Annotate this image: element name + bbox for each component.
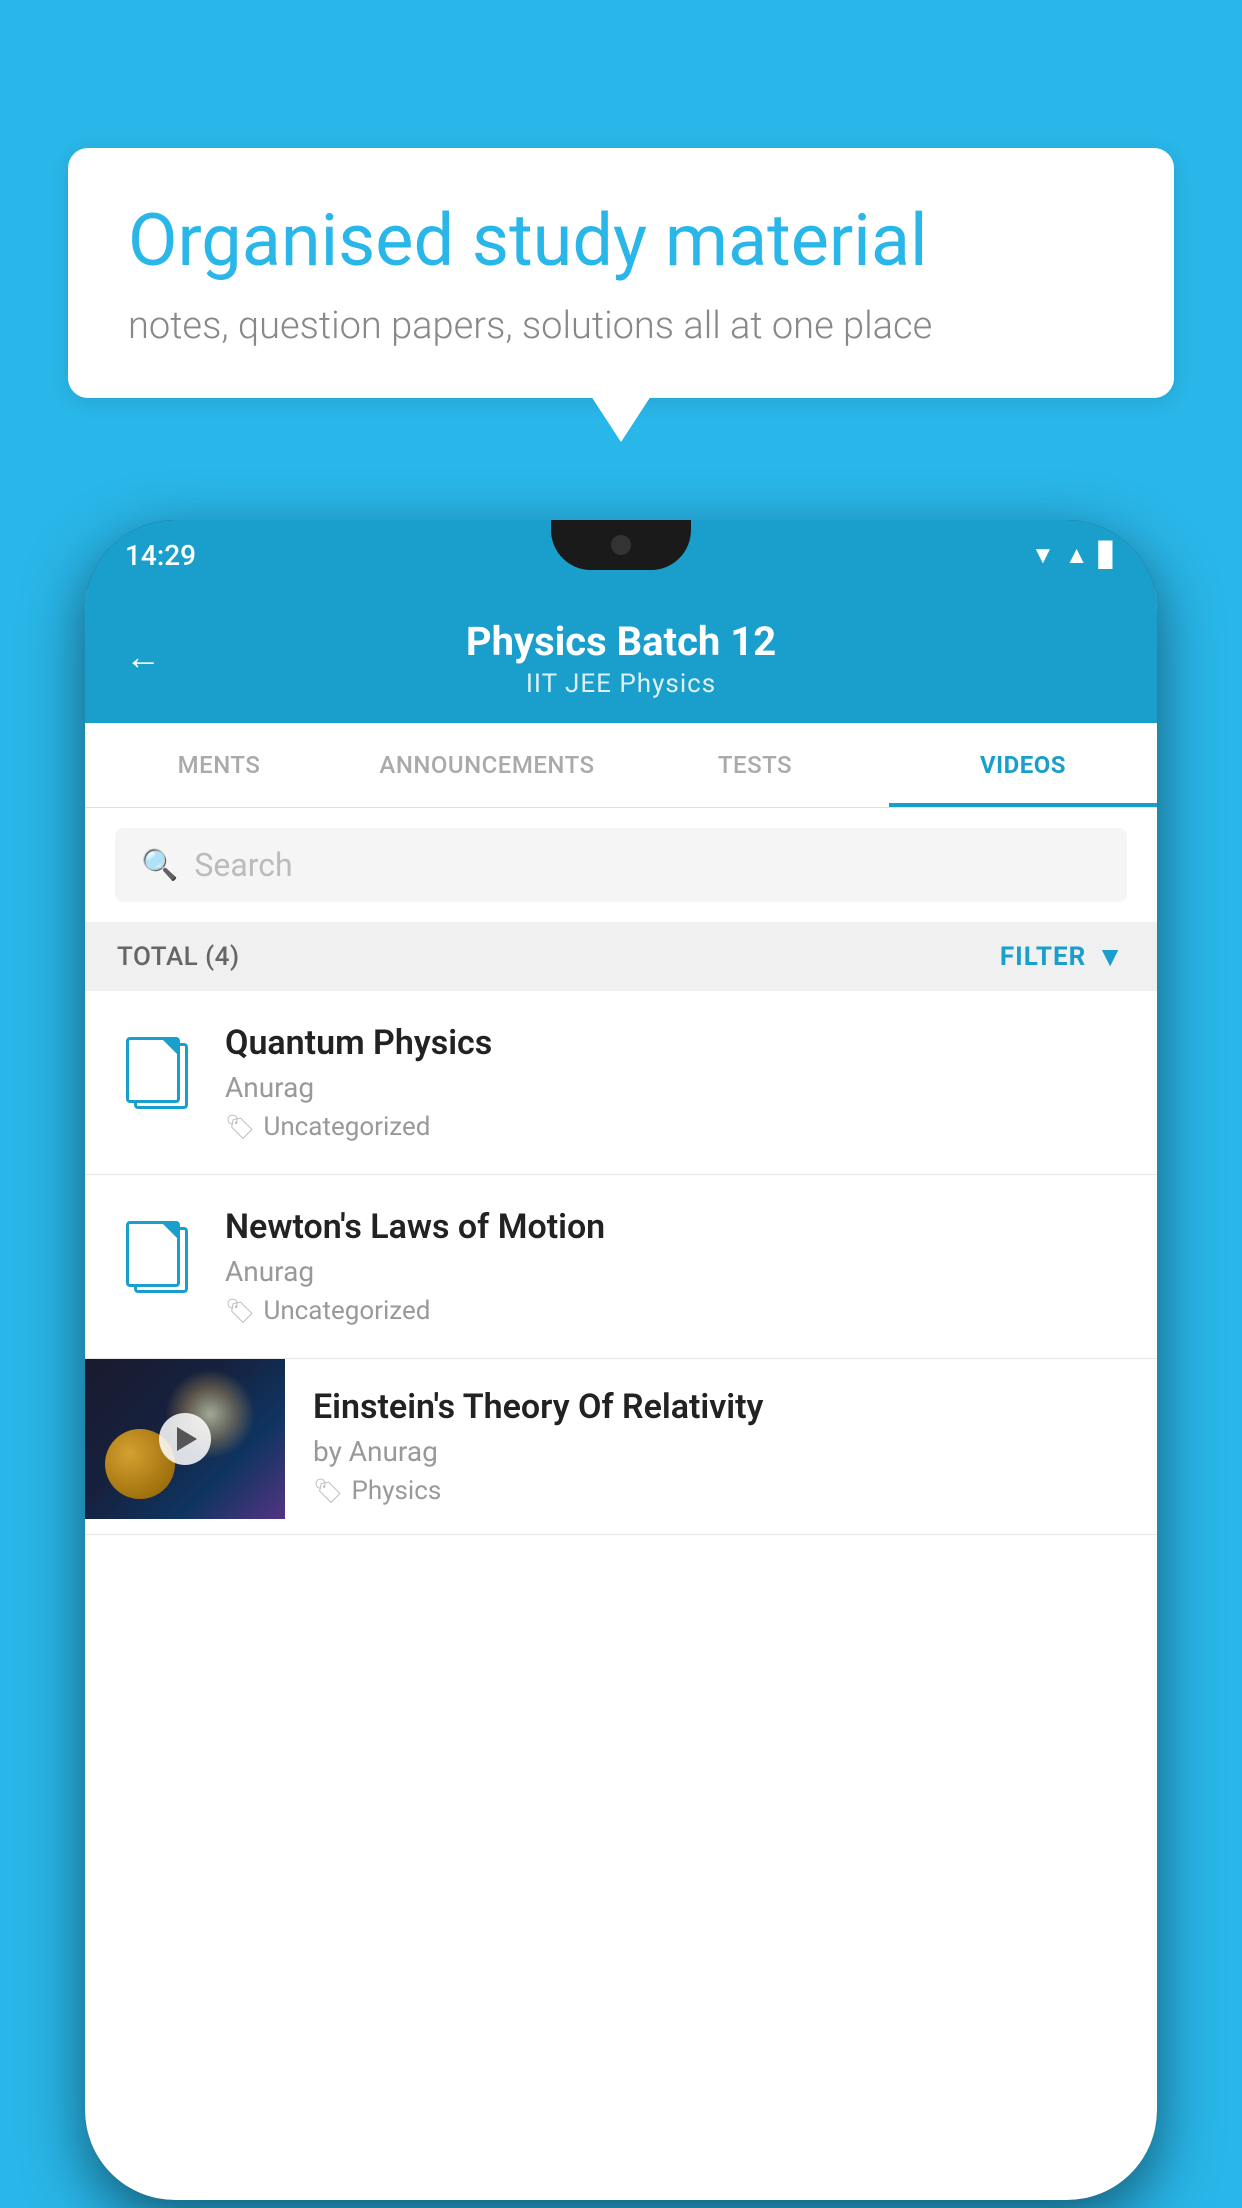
phone-frame: 14:29 ▼ ▲ ▊ ← Physics Batch 12 IIT JEE P… [85,520,1157,2200]
item-author: Anurag [225,1255,1125,1288]
tag-icon: 🏷 [225,1113,255,1141]
item-content: Newton's Laws of Motion Anurag 🏷 Uncateg… [225,1207,1125,1326]
header-title: Physics Batch 12 [466,618,776,665]
tag-label: Uncategorized [263,1112,430,1142]
item-author: by Anurag [313,1435,1125,1468]
back-button[interactable]: ← [125,636,161,678]
item-icon-wrap [117,1027,197,1117]
item-tag: 🏷 Physics [313,1476,1125,1506]
search-icon: 🔍 [141,848,178,883]
status-bar: 14:29 ▼ ▲ ▊ [85,520,1157,590]
item-title: Quantum Physics [225,1023,1125,1063]
filter-label: FILTER [1000,942,1086,972]
list-item[interactable]: Einstein's Theory Of Relativity by Anura… [85,1359,1157,1535]
filter-icon: ▼ [1096,940,1125,973]
item-tag: 🏷 Uncategorized [225,1296,1125,1326]
tab-videos[interactable]: VIDEOS [889,723,1157,807]
total-count: TOTAL (4) [117,942,240,972]
signal-icon: ▲ [1065,541,1089,570]
play-button[interactable] [159,1413,211,1465]
bubble-title: Organised study material [128,198,1114,284]
battery-icon: ▊ [1099,541,1117,569]
tag-icon: 🏷 [225,1297,255,1325]
tab-announcements[interactable]: ANNOUNCEMENTS [353,723,621,807]
status-time: 14:29 [125,539,196,572]
file-icon [126,1035,188,1109]
front-camera [611,535,631,555]
item-tag: 🏷 Uncategorized [225,1112,1125,1142]
search-placeholder: Search [194,846,292,884]
item-thumbnail [85,1359,285,1519]
wifi-icon: ▼ [1031,541,1055,570]
tab-ments[interactable]: MENTS [85,723,353,807]
search-bar[interactable]: 🔍 Search [115,828,1127,902]
phone-notch [551,520,691,570]
file-icon-front [126,1221,180,1287]
tab-tests[interactable]: TESTS [621,723,889,807]
speech-bubble: Organised study material notes, question… [68,148,1174,398]
file-icon-front [126,1037,180,1103]
phone-screen: ← Physics Batch 12 IIT JEE Physics MENTS… [85,590,1157,2200]
item-icon-wrap [117,1211,197,1301]
status-icons: ▼ ▲ ▊ [1031,541,1117,570]
bubble-subtitle: notes, question papers, solutions all at… [128,304,1114,348]
list-item[interactable]: Newton's Laws of Motion Anurag 🏷 Uncateg… [85,1175,1157,1359]
app-header: ← Physics Batch 12 IIT JEE Physics [85,590,1157,723]
tag-icon: 🏷 [313,1477,343,1505]
item-content: Einstein's Theory Of Relativity by Anura… [285,1359,1125,1534]
search-container: 🔍 Search [85,808,1157,922]
filter-button[interactable]: FILTER ▼ [1000,940,1125,973]
item-title: Newton's Laws of Motion [225,1207,1125,1247]
list-item[interactable]: Quantum Physics Anurag 🏷 Uncategorized [85,991,1157,1175]
item-title: Einstein's Theory Of Relativity [313,1387,1125,1427]
filter-bar: TOTAL (4) FILTER ▼ [85,922,1157,991]
speech-bubble-container: Organised study material notes, question… [68,148,1174,398]
tag-label: Physics [351,1476,441,1506]
list-container: Quantum Physics Anurag 🏷 Uncategorized [85,991,1157,1535]
item-author: Anurag [225,1071,1125,1104]
play-icon [177,1427,197,1451]
header-subtitle: IIT JEE Physics [526,669,716,699]
tabs-bar: MENTS ANNOUNCEMENTS TESTS VIDEOS [85,723,1157,808]
file-icon [126,1219,188,1293]
item-content: Quantum Physics Anurag 🏷 Uncategorized [225,1023,1125,1142]
tag-label: Uncategorized [263,1296,430,1326]
